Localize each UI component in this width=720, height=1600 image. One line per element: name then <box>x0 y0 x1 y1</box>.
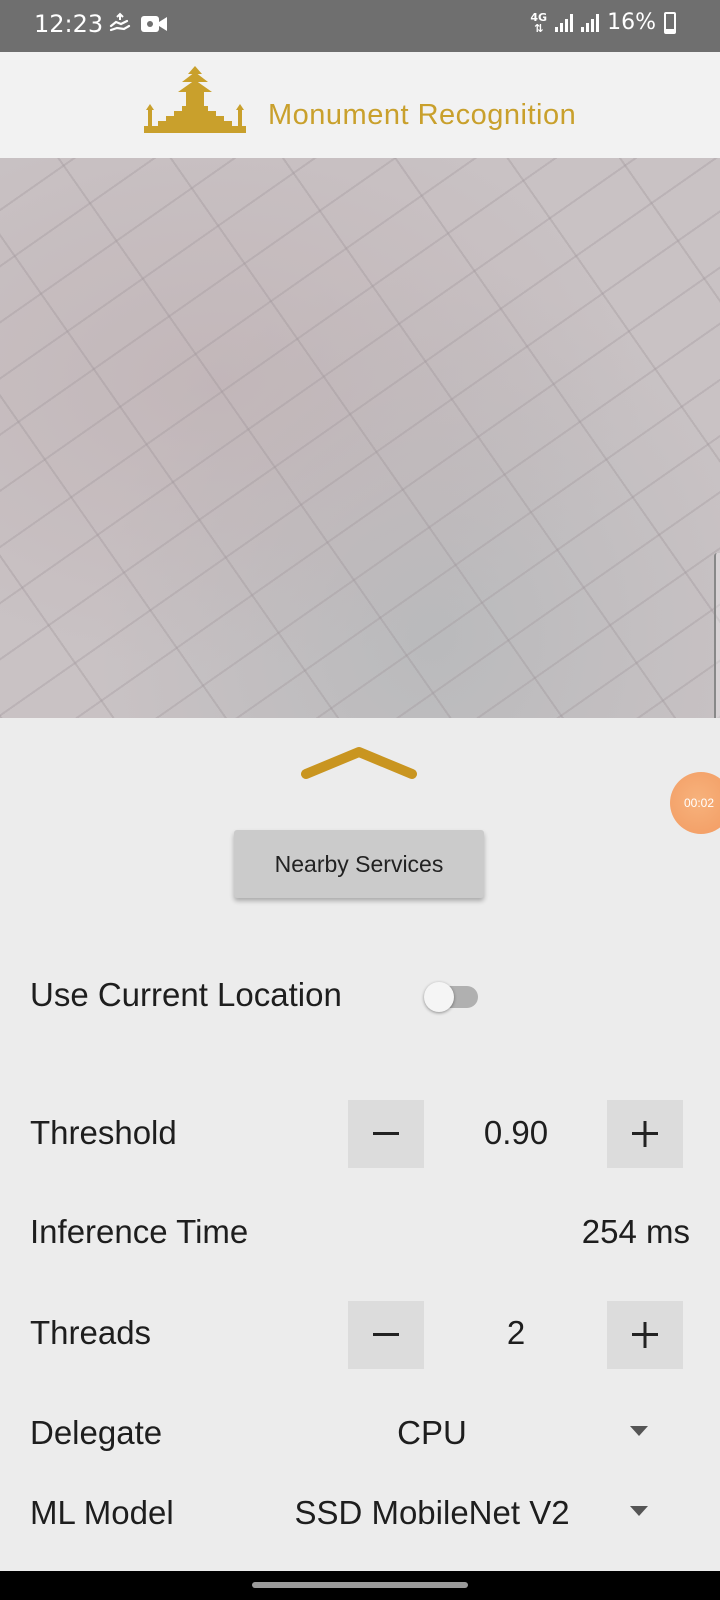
network-type-icon: 4G ⇅ <box>530 12 547 34</box>
screen-recorder-bubble[interactable]: 00:02 <box>670 772 720 834</box>
threshold-label: Threshold <box>30 1114 177 1151</box>
plus-icon <box>632 1121 658 1147</box>
home-gesture-pill[interactable] <box>252 1582 468 1588</box>
threshold-value: 0.90 <box>483 1114 549 1151</box>
status-bar: 12:23 4G ⇅ 16% <box>0 0 720 52</box>
dropdown-arrow-icon <box>630 1426 648 1436</box>
minus-icon <box>373 1132 399 1135</box>
threshold-minus-button[interactable] <box>348 1100 424 1168</box>
use-current-location-label: Use Current Location <box>30 976 342 1013</box>
nearby-services-button[interactable]: Nearby Services <box>234 830 484 898</box>
threads-plus-button[interactable] <box>607 1301 683 1369</box>
minus-icon <box>373 1333 399 1336</box>
status-notification-icons <box>108 12 168 36</box>
ml-model-selected-value: SSD MobileNet V2 <box>294 1494 570 1531</box>
threads-minus-button[interactable] <box>348 1301 424 1369</box>
use-current-location-toggle[interactable] <box>424 980 484 1014</box>
network-type-label: 4G <box>530 10 548 24</box>
plus-icon <box>632 1322 658 1348</box>
video-camera-icon <box>141 16 167 32</box>
signal-strength-icon <box>555 13 574 32</box>
threads-label: Threads <box>30 1314 152 1351</box>
bottom-sheet: 00:02 Nearby Services Use Current Locati… <box>0 718 720 1571</box>
ml-model-dropdown[interactable]: SSD MobileNet V2 <box>250 1482 670 1542</box>
app-title: Monument Recognition <box>268 99 577 131</box>
battery-icon <box>664 11 676 34</box>
battery-percent: 16% <box>607 10 656 35</box>
edge-panel-handle[interactable] <box>714 553 720 718</box>
navigation-bar <box>0 1571 720 1600</box>
temple-logo-icon <box>144 66 246 133</box>
delegate-label: Delegate <box>30 1414 163 1451</box>
recording-timer: 00:02 <box>684 796 715 810</box>
app-header: Monument Recognition <box>0 52 720 158</box>
ml-model-label: ML Model <box>30 1494 174 1531</box>
inference-time-label: Inference Time <box>30 1213 249 1250</box>
delegate-selected-value: CPU <box>397 1414 467 1451</box>
toggle-thumb <box>424 982 454 1012</box>
status-right-group: 4G ⇅ 16% <box>530 10 676 35</box>
threshold-plus-button[interactable] <box>607 1100 683 1168</box>
data-arrows-icon: ⇅ <box>534 21 544 35</box>
threads-value: 2 <box>506 1314 526 1351</box>
delegate-dropdown[interactable]: CPU <box>250 1402 670 1462</box>
status-time: 12:23 <box>34 10 104 38</box>
inference-time-value: 254 ms <box>581 1213 690 1250</box>
dropdown-arrow-icon <box>630 1506 648 1516</box>
hand-icon <box>109 12 131 32</box>
chevron-up-icon[interactable] <box>300 744 418 784</box>
signal-strength-icon-2 <box>581 13 600 32</box>
camera-preview <box>0 158 720 718</box>
